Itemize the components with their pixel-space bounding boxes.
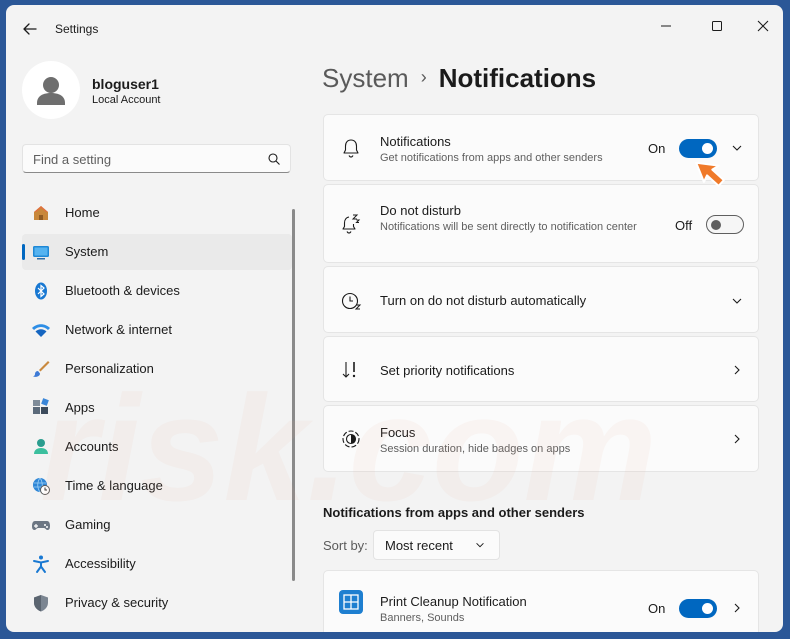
bell-icon xyxy=(343,139,359,158)
toggle-knob xyxy=(702,143,713,154)
section-title: Notifications from apps and other sender… xyxy=(323,505,585,520)
card-title: Focus xyxy=(380,425,416,440)
sidebar-item-accessibility[interactable]: Accessibility xyxy=(22,546,292,582)
card-description: Notifications will be sent directly to n… xyxy=(380,221,637,233)
sidebar-item-label: Privacy & security xyxy=(65,595,169,610)
toggle-knob xyxy=(711,220,721,230)
search-icon xyxy=(268,153,280,165)
page-title: Notifications xyxy=(438,63,597,93)
system-icon xyxy=(33,246,49,260)
globe-clock-icon xyxy=(33,477,50,495)
sidebar-item-bluetooth[interactable]: Bluetooth & devices xyxy=(22,273,292,309)
breadcrumb-separator: › xyxy=(420,67,427,87)
maximize-icon[interactable] xyxy=(703,15,731,37)
sidebar-item-label: Personalization xyxy=(65,361,154,376)
sidebar-scrollbar[interactable] xyxy=(292,209,295,581)
clock-snooze-icon xyxy=(341,292,362,310)
sort-by-dropdown[interactable]: Most recent xyxy=(373,530,500,560)
card-title: Set priority notifications xyxy=(380,363,515,378)
app-notification-toggle[interactable] xyxy=(679,599,717,618)
avatar xyxy=(22,61,80,119)
sidebar-item-network[interactable]: Network & internet xyxy=(22,312,292,348)
person-avatar-icon xyxy=(37,77,65,105)
sidebar-item-label: Apps xyxy=(65,400,95,415)
close-icon[interactable] xyxy=(749,15,777,37)
person-icon xyxy=(34,439,48,454)
app-name: Print Cleanup Notification xyxy=(380,594,527,609)
sidebar-item-label: Gaming xyxy=(65,517,111,532)
bluetooth-icon xyxy=(35,282,47,300)
card-title: Turn on do not disturb automatically xyxy=(380,293,587,308)
sort-by-label: Sort by: xyxy=(323,538,368,553)
app-notification-detail: Banners, Sounds xyxy=(380,612,465,624)
selection-indicator xyxy=(22,244,25,260)
card-title: Do not disturb xyxy=(380,203,461,218)
focus-icon xyxy=(342,430,360,448)
sidebar-item-label: System xyxy=(65,244,109,259)
sidebar-item-label: Home xyxy=(65,205,100,220)
window-title: Settings xyxy=(55,22,99,36)
brush-icon xyxy=(33,361,50,377)
sidebar-item-label: Network & internet xyxy=(65,322,172,337)
chevron-right-icon xyxy=(734,603,740,613)
sort-by-value: Most recent xyxy=(385,538,453,553)
chevron-down-icon xyxy=(476,542,484,548)
minimize-icon[interactable] xyxy=(652,15,680,37)
sidebar-item-system[interactable]: System xyxy=(22,234,292,270)
do-not-disturb-card: Do not disturb Notifications will be sen… xyxy=(323,184,759,263)
chevron-down-icon[interactable] xyxy=(730,141,744,155)
gamepad-icon xyxy=(32,521,50,530)
home-icon xyxy=(34,206,48,220)
back-arrow-icon[interactable] xyxy=(18,17,42,41)
dnd-bell-icon xyxy=(342,214,361,234)
priority-notifications-card[interactable]: Set priority notifications xyxy=(323,336,759,402)
sidebar-item-accounts[interactable]: Accounts xyxy=(22,429,292,465)
toggle-state-label: On xyxy=(648,141,666,156)
sidebar-item-privacy[interactable]: Privacy & security xyxy=(22,585,292,621)
sidebar-item-gaming[interactable]: Gaming xyxy=(22,507,292,543)
sidebar-item-personalization[interactable]: Personalization xyxy=(22,351,292,387)
sidebar-item-label: Accessibility xyxy=(65,556,136,571)
sidebar-item-label: Bluetooth & devices xyxy=(65,283,180,298)
toggle-knob xyxy=(702,603,713,614)
app-notification-row[interactable]: Print Cleanup Notification Banners, Soun… xyxy=(323,570,759,632)
shield-icon xyxy=(34,595,48,612)
focus-card[interactable]: Focus Session duration, hide badges on a… xyxy=(323,405,759,472)
toggle-state-label: Off xyxy=(675,218,693,233)
sidebar-item-time-language[interactable]: Time & language xyxy=(22,468,292,504)
search-placeholder: Find a setting xyxy=(33,152,112,167)
card-description: Get notifications from apps and other se… xyxy=(380,152,603,164)
user-name: bloguser1 xyxy=(92,76,159,92)
search-input[interactable]: Find a setting xyxy=(22,144,291,173)
sidebar-item-home[interactable]: Home xyxy=(22,195,292,231)
do-not-disturb-toggle[interactable] xyxy=(706,215,744,234)
chevron-right-icon xyxy=(734,365,740,375)
wifi-icon xyxy=(32,324,50,337)
auto-dnd-card[interactable]: Turn on do not disturb automatically xyxy=(323,266,759,333)
chevron-right-icon xyxy=(734,434,740,444)
sidebar-item-label: Accounts xyxy=(65,439,119,454)
account-type: Local Account xyxy=(92,94,161,106)
title-bar: Settings xyxy=(6,5,783,51)
print-cleanup-app-icon xyxy=(339,590,363,614)
settings-window: Settings bloguser1 Local Account Find a … xyxy=(6,5,783,632)
breadcrumb-parent[interactable]: System xyxy=(322,63,409,93)
toggle-state-label: On xyxy=(648,601,666,616)
accessibility-icon xyxy=(33,555,49,573)
sidebar-item-apps[interactable]: Apps xyxy=(22,390,292,426)
sidebar-item-label: Time & language xyxy=(65,478,163,493)
chevron-down-icon xyxy=(732,298,742,304)
apps-icon xyxy=(33,398,49,414)
card-title: Notifications xyxy=(380,134,451,149)
breadcrumb: System › Notifications xyxy=(322,63,596,94)
sort-priority-icon xyxy=(342,362,356,378)
orange-arrow-pointer-icon xyxy=(695,161,725,187)
card-description: Session duration, hide badges on apps xyxy=(380,443,571,455)
